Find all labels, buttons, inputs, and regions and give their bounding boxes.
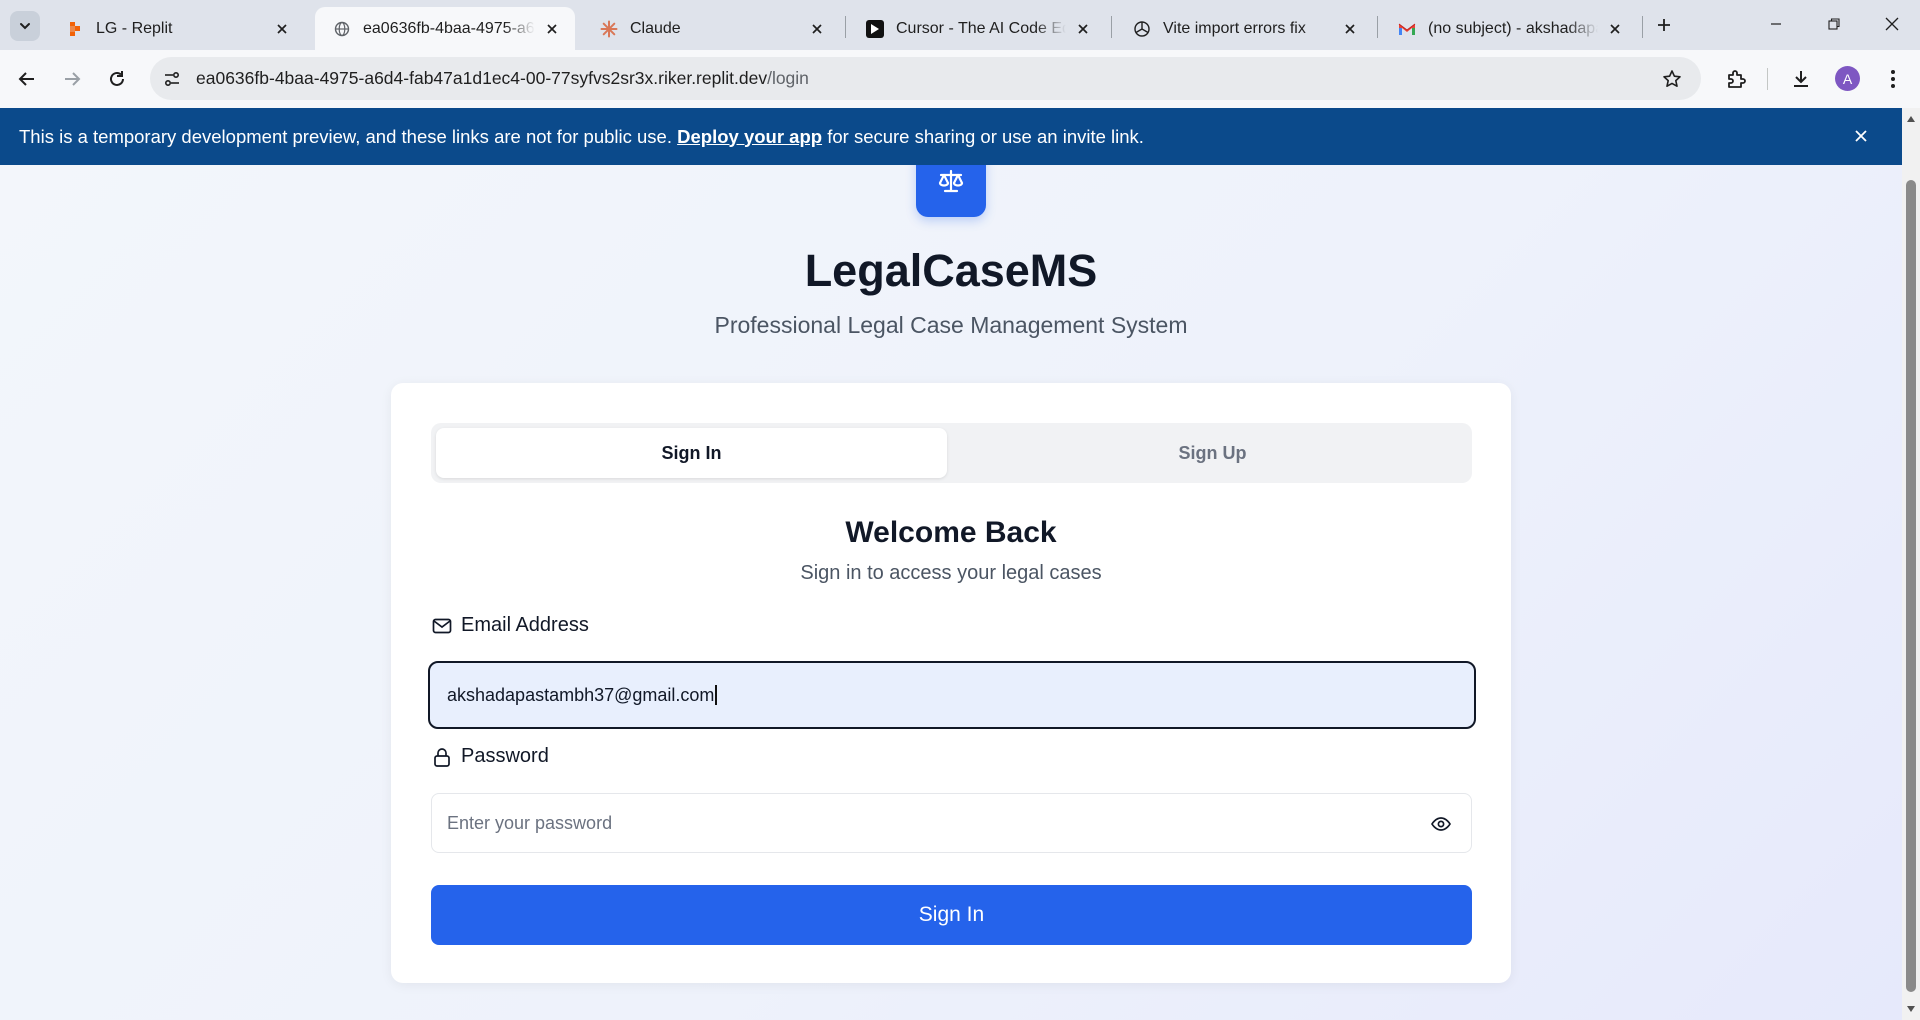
gmail-icon <box>1398 20 1416 38</box>
close-tab-icon[interactable] <box>1604 18 1626 40</box>
banner-text: This is a temporary development preview,… <box>19 125 672 147</box>
browser-tab-gmail[interactable]: (no subject) - akshadapastambh37@gmail.c… <box>1380 7 1638 50</box>
new-tab-button[interactable] <box>1650 11 1678 39</box>
deploy-app-link[interactable]: Deploy your app <box>677 126 822 148</box>
plus-icon <box>1658 19 1670 31</box>
scroll-up-arrow-icon[interactable] <box>1906 114 1916 124</box>
email-label-text: Email Address <box>461 614 589 636</box>
globe-icon <box>333 20 351 38</box>
openai-icon <box>1133 20 1151 38</box>
email-field[interactable]: akshadapastambh37@gmail.com <box>428 661 1476 729</box>
reload-icon <box>110 71 124 86</box>
tab-title: ea0636fb-4baa-4975-a6d4-fab47a1d1ec4-00-… <box>363 19 535 37</box>
bookmark-star-icon[interactable] <box>1657 64 1687 94</box>
browser-toolbar: ea0636fb-4baa-4975-a6d4-fab47a1d1ec4-00-… <box>0 50 1920 108</box>
arrow-left-icon <box>18 72 34 86</box>
close-tab-icon[interactable] <box>1339 18 1361 40</box>
browser-tab-chatgpt[interactable]: Vite import errors fix <box>1115 7 1373 50</box>
password-label: Password <box>431 745 549 768</box>
restore-button[interactable] <box>1805 0 1863 48</box>
address-bar[interactable]: ea0636fb-4baa-4975-a6d4-fab47a1d1ec4-00-… <box>150 57 1701 100</box>
close-tab-icon[interactable] <box>1072 18 1094 40</box>
url-host: ea0636fb-4baa-4975-a6d4-fab47a1d1ec4-00-… <box>196 68 768 88</box>
profile-avatar[interactable]: A <box>1835 66 1860 91</box>
scroll-down-arrow-icon[interactable] <box>1906 1004 1916 1014</box>
reload-button[interactable] <box>101 63 133 95</box>
url-path: /login <box>767 68 809 88</box>
cursor-icon <box>866 19 884 38</box>
tab-separator <box>1642 16 1643 38</box>
tab-separator <box>1111 16 1112 38</box>
menu-button[interactable] <box>1877 63 1909 95</box>
browser-tab-cursor[interactable]: Cursor - The AI Code Editor <box>848 7 1106 50</box>
close-window-button[interactable] <box>1863 0 1920 48</box>
minimize-button[interactable] <box>1747 0 1805 48</box>
tab-separator <box>1377 16 1378 38</box>
toolbar-divider <box>1767 68 1768 90</box>
extensions-button[interactable] <box>1720 63 1752 95</box>
tab-search-button[interactable] <box>10 11 40 41</box>
arrow-right-icon <box>65 72 81 86</box>
restore-icon <box>1828 18 1840 30</box>
tab-separator <box>845 16 846 38</box>
download-icon <box>1794 71 1808 87</box>
more-vert-icon <box>1891 70 1895 88</box>
scrollbar-thumb[interactable] <box>1906 180 1916 992</box>
sign-in-button[interactable]: Sign In <box>431 885 1472 945</box>
app-logo <box>916 165 986 217</box>
tab-title: Claude <box>630 19 681 37</box>
page-scrollbar[interactable] <box>1902 108 1920 1020</box>
tab-title: LG - Replit <box>96 19 173 37</box>
forward-button[interactable] <box>56 63 88 95</box>
close-tab-icon[interactable] <box>271 18 293 40</box>
banner-text-after: for secure sharing or use an invite link… <box>827 125 1144 147</box>
claude-icon <box>600 20 618 38</box>
form-heading: Welcome Back <box>845 516 1057 549</box>
auth-tabs: Sign In Sign Up <box>431 423 1472 483</box>
email-label: Email Address <box>431 614 589 637</box>
app-title: LegalCaseMS <box>804 245 1098 296</box>
password-field[interactable]: Enter your password <box>431 793 1472 853</box>
mail-icon <box>431 615 453 637</box>
tab-sign-up[interactable]: Sign Up <box>957 428 1468 478</box>
form-subheading: Sign in to access your legal cases <box>800 562 1102 584</box>
site-info-icon[interactable] <box>157 64 187 94</box>
eye-icon[interactable] <box>1429 812 1453 836</box>
dev-preview-banner: This is a temporary development preview,… <box>0 108 1902 165</box>
text-caret <box>715 685 717 705</box>
browser-tab-replit[interactable]: LG - Replit <box>48 7 305 50</box>
scale-icon <box>938 169 964 193</box>
email-value: akshadapastambh37@gmail.com <box>447 684 715 705</box>
downloads-button[interactable] <box>1785 63 1817 95</box>
close-tab-icon[interactable] <box>541 18 563 40</box>
tab-title: (no subject) - akshadapastambh37@gmail.c… <box>1428 19 1598 37</box>
close-icon <box>1885 17 1899 31</box>
browser-tab-strip: LG - Replit ea0636fb-4baa-4975-a6d4-fab4… <box>0 0 1920 50</box>
chevron-down-icon <box>20 23 30 30</box>
close-tab-icon[interactable] <box>806 18 828 40</box>
tab-title: Cursor - The AI Code Editor <box>896 19 1066 37</box>
tab-sign-in[interactable]: Sign In <box>436 428 947 478</box>
minimize-icon <box>1771 23 1781 25</box>
replit-icon <box>66 20 84 38</box>
password-placeholder: Enter your password <box>447 812 613 833</box>
app-subtitle: Professional Legal Case Management Syste… <box>714 312 1188 338</box>
password-label-text: Password <box>461 745 549 767</box>
browser-tab-claude[interactable]: Claude <box>582 7 840 50</box>
banner-close-icon[interactable] <box>1850 125 1872 147</box>
puzzle-icon <box>1728 70 1746 88</box>
browser-tab-active[interactable]: ea0636fb-4baa-4975-a6d4-fab47a1d1ec4-00-… <box>315 7 575 50</box>
tab-title: Vite import errors fix <box>1163 19 1306 37</box>
lock-icon <box>431 746 453 768</box>
login-page: LegalCaseMS Professional Legal Case Mana… <box>0 165 1902 1020</box>
back-button[interactable] <box>11 63 43 95</box>
url-text: ea0636fb-4baa-4975-a6d4-fab47a1d1ec4-00-… <box>196 68 809 89</box>
auth-card: Sign In Sign Up Welcome Back Sign in to … <box>391 383 1511 983</box>
